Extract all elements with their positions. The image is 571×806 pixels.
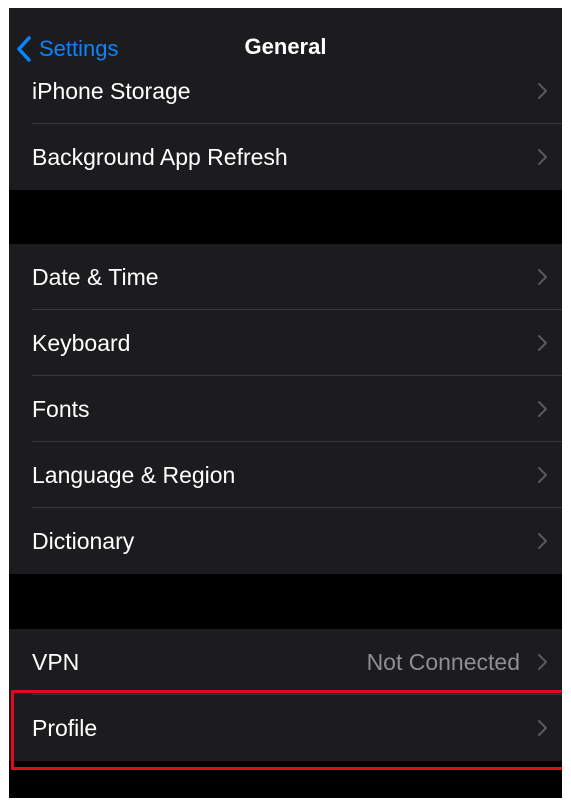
group-preferences: Date & Time Keyboard Fonts Language & Re… bbox=[9, 244, 562, 574]
row-label: VPN bbox=[32, 649, 80, 675]
chevron-right-icon bbox=[538, 720, 547, 736]
row-profile[interactable]: Profile bbox=[9, 695, 562, 761]
row-label: Dictionary bbox=[32, 528, 135, 554]
chevron-right-icon bbox=[538, 335, 547, 351]
row-label: Language & Region bbox=[32, 462, 236, 488]
chevron-right-icon bbox=[538, 401, 547, 417]
page-title: General bbox=[244, 34, 327, 59]
chevron-right-icon bbox=[538, 533, 547, 549]
chevron-right-icon bbox=[538, 83, 547, 99]
row-date-time[interactable]: Date & Time bbox=[9, 244, 562, 310]
row-fonts[interactable]: Fonts bbox=[9, 376, 562, 442]
row-background-app-refresh[interactable]: Background App Refresh bbox=[9, 124, 562, 190]
group-vpn-profile: VPN Not Connected Profile bbox=[9, 629, 562, 761]
chevron-right-icon bbox=[538, 149, 547, 165]
chevron-right-icon bbox=[538, 269, 547, 285]
row-label: Background App Refresh bbox=[32, 144, 288, 170]
row-label: Fonts bbox=[32, 396, 90, 422]
chevron-right-icon bbox=[538, 654, 547, 670]
row-label: Keyboard bbox=[32, 330, 131, 356]
vpn-status: Not Connected bbox=[366, 649, 520, 675]
settings-screen: Settings General iPhone Storage Backgrou… bbox=[9, 8, 562, 798]
row-label: Date & Time bbox=[32, 264, 159, 290]
row-keyboard[interactable]: Keyboard bbox=[9, 310, 562, 376]
chevron-right-icon bbox=[538, 467, 547, 483]
row-label: Profile bbox=[32, 715, 98, 741]
row-vpn[interactable]: VPN Not Connected bbox=[9, 629, 562, 695]
navigation-bar: Settings General bbox=[9, 8, 562, 78]
row-language-region[interactable]: Language & Region bbox=[9, 442, 562, 508]
row-dictionary[interactable]: Dictionary bbox=[9, 508, 562, 574]
